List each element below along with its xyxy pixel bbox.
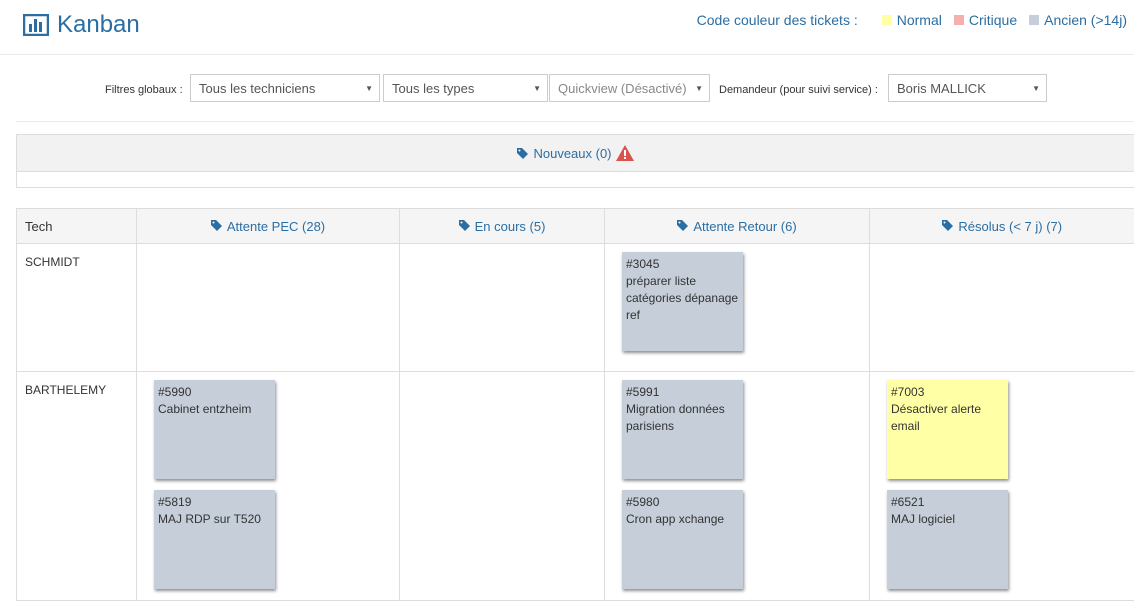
technician-select[interactable]: Tous les techniciens ▼ (190, 74, 380, 102)
ticket-title: MAJ RDP sur T520 (158, 511, 271, 528)
divider (16, 121, 1134, 122)
column-header-en-cours[interactable]: En cours (5) (400, 209, 605, 244)
ticket-title: préparer liste catégories dépanage ref (626, 273, 739, 324)
global-filters: Filtres globaux : Tous les techniciens ▼… (0, 74, 1134, 106)
legend-item-critique: Critique (954, 12, 1017, 28)
quickview-select[interactable]: Quickview (Désactivé) ▼ (549, 74, 710, 102)
legend-label-ancien: Ancien (>14j) (1044, 12, 1127, 28)
legend-swatch-critique (954, 15, 964, 25)
column-header-attente-retour[interactable]: Attente Retour (6) (605, 209, 870, 244)
page-title-text: Kanban (57, 11, 140, 39)
chevron-down-icon: ▼ (365, 84, 373, 93)
kanban-board: Tech Attente PEC (28) En cours (5) Atten… (16, 208, 1134, 601)
ticket-title: MAJ logiciel (891, 511, 1004, 528)
page-title: Kanban (23, 11, 140, 39)
tech-name: BARTHELEMY (17, 372, 137, 601)
ticket-title: Cabinet entzheim (158, 401, 271, 418)
column-header-label: Attente Retour (6) (693, 219, 796, 234)
chevron-down-icon: ▼ (533, 84, 541, 93)
nouveaux-label: Nouveaux (0) (533, 146, 611, 161)
tag-icon (459, 220, 470, 231)
ticket-card[interactable]: #5819 MAJ RDP sur T520 (154, 490, 275, 589)
warning-icon (616, 145, 634, 161)
tag-icon (942, 220, 953, 231)
requester-select-value: Boris MALLICK (897, 81, 986, 96)
column-header-label: Résolus (< 7 j) (7) (958, 219, 1062, 234)
chevron-down-icon: ▼ (1032, 84, 1040, 93)
nouveaux-panel: Nouveaux (0) (16, 134, 1134, 188)
kanban-cell (137, 244, 400, 372)
ticket-id: #3045 (626, 256, 739, 273)
column-header-resolus[interactable]: Résolus (< 7 j) (7) (870, 209, 1134, 244)
ticket-id: #6521 (891, 494, 1004, 511)
ticket-title: Migration données parisiens (626, 401, 739, 435)
technician-select-value: Tous les techniciens (199, 81, 315, 96)
legend-item-ancien: Ancien (>14j) (1029, 12, 1127, 28)
column-header-label: Attente PEC (28) (227, 219, 325, 234)
type-select[interactable]: Tous les types ▼ (383, 74, 548, 102)
legend-label-critique: Critique (969, 12, 1017, 28)
ticket-title: Cron app xchange (626, 511, 739, 528)
legend-swatch-ancien (1029, 15, 1039, 25)
requester-select[interactable]: Boris MALLICK ▼ (888, 74, 1047, 102)
kanban-row-barthelemy: BARTHELEMY #5990 Cabinet entzheim #5819 … (17, 372, 1134, 601)
ticket-id: #5819 (158, 494, 271, 511)
color-legend: Code couleur des tickets : Normal Critiq… (697, 12, 1127, 28)
kanban-row-schmidt: SCHMIDT #3045 préparer liste catégories … (17, 244, 1134, 372)
ticket-card[interactable]: #3045 préparer liste catégories dépanage… (622, 252, 743, 351)
kanban-cell (870, 244, 1134, 372)
ticket-card[interactable]: #6521 MAJ logiciel (887, 490, 1008, 589)
tag-icon (677, 220, 688, 231)
ticket-card[interactable]: #5980 Cron app xchange (622, 490, 743, 589)
ticket-id: #5990 (158, 384, 271, 401)
column-header-tech: Tech (17, 209, 137, 244)
quickview-select-value: Quickview (Désactivé) (558, 81, 687, 96)
global-filters-label: Filtres globaux : (105, 84, 183, 96)
kanban-cell (400, 244, 605, 372)
tag-icon (517, 148, 528, 159)
ticket-id: #5991 (626, 384, 739, 401)
bar-chart-icon (23, 14, 49, 36)
type-select-value: Tous les types (392, 81, 474, 96)
tech-name: SCHMIDT (17, 244, 137, 372)
legend-label-normal: Normal (897, 12, 942, 28)
kanban-cell: #3045 préparer liste catégories dépanage… (605, 244, 870, 372)
page-header: Kanban Code couleur des tickets : Normal… (0, 0, 1134, 55)
ticket-card[interactable]: #7003 Désactiver alerte email (887, 380, 1008, 479)
ticket-id: #7003 (891, 384, 1004, 401)
legend-label: Code couleur des tickets : (697, 12, 858, 28)
kanban-cell: #5990 Cabinet entzheim #5819 MAJ RDP sur… (137, 372, 400, 601)
nouveaux-header[interactable]: Nouveaux (0) (17, 135, 1134, 172)
ticket-card[interactable]: #5991 Migration données parisiens (622, 380, 743, 479)
column-header-label: En cours (5) (475, 219, 546, 234)
requester-label: Demandeur (pour suivi service) : (719, 84, 878, 96)
ticket-id: #5980 (626, 494, 739, 511)
tag-icon (211, 220, 222, 231)
legend-item-normal: Normal (882, 12, 942, 28)
ticket-title: Désactiver alerte email (891, 401, 1004, 435)
kanban-cell (400, 372, 605, 601)
kanban-cell: #7003 Désactiver alerte email #6521 MAJ … (870, 372, 1134, 601)
ticket-card[interactable]: #5990 Cabinet entzheim (154, 380, 275, 479)
legend-swatch-normal (882, 15, 892, 25)
chevron-down-icon: ▼ (695, 84, 703, 93)
kanban-cell: #5991 Migration données parisiens #5980 … (605, 372, 870, 601)
column-header-attente-pec[interactable]: Attente PEC (28) (137, 209, 400, 244)
kanban-header-row: Tech Attente PEC (28) En cours (5) Atten… (17, 209, 1134, 244)
